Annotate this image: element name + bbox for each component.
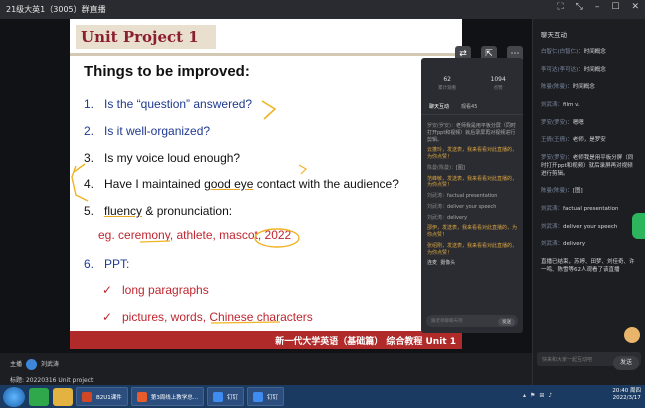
list-item: 罗安(罗安)：嗯嗯	[541, 119, 584, 126]
bullet-1: ✓ long paragraphs	[102, 283, 209, 297]
slide-footer: 新一代大学英语（基础篇） 综合教程 Unit 1	[70, 331, 462, 349]
chat-header: 聊天互动	[541, 31, 567, 39]
stat-likes: 1094 点赞	[490, 76, 506, 91]
avatar	[26, 359, 38, 370]
list-item: 罗安(罗安)：老师我是用平板分屏（同时打开ppt和视频）就后录屏再对视频进行剪辑…	[427, 123, 516, 143]
list-item: 王倩(王倩)：老师，是罗安	[541, 137, 606, 144]
camera-toggle[interactable]: 摄像头	[440, 260, 455, 266]
list-item: 刘武涛：deliver your speech	[541, 223, 618, 230]
list-item: 范峰敏，发送表，我来看看对此直播的，为你点赞！	[427, 175, 518, 189]
avatar[interactable]	[624, 327, 640, 343]
list-item: 刘武涛：factual presentation	[541, 205, 619, 212]
list-item: 陈曼(陈曼)：[图]	[427, 164, 465, 171]
tab-chat[interactable]: 聊天互动	[429, 103, 449, 110]
list-item: 云蓬玲，发送表，我来看看对此直播的，为你点赞！	[427, 147, 518, 160]
item-5: 5. fluency & pronunciation:	[84, 204, 233, 218]
window-titlebar: 21级大英1（3005）群直播 ⛶ ⤡ – ☐ ✕	[0, 0, 645, 19]
send-button[interactable]: 发送	[613, 356, 639, 370]
list-item: 刘武涛：deliver your speech	[427, 203, 497, 210]
live-ended-notice: 直播已结束，苏婷、田梦、刘佳奇、许一鸣、陈雪等62人观看了该直播	[541, 258, 635, 273]
overlay-messages: 罗安(罗安)：老师我是用平板分屏（同时打开ppt和视频）就后录屏再对视频进行剪辑…	[421, 115, 523, 275]
list-item: 白智仁(白智仁)：时间概念	[541, 49, 606, 55]
item-1: 1. Is the “question” answered?	[84, 97, 253, 111]
host-name: 刘武涛	[41, 361, 60, 368]
window-title: 21级大英1（3005）群直播	[6, 5, 106, 14]
maximize-icon[interactable]: ☐	[611, 2, 619, 12]
list-item: 刘武涛：delivery	[427, 214, 468, 221]
taskbar-item-dingtalk-1[interactable]: 钉钉	[207, 387, 245, 406]
media-controls: 连麦 摄像头	[427, 260, 517, 267]
side-tab-button[interactable]	[632, 213, 645, 239]
list-item: 刘武涛：film v.	[541, 102, 580, 109]
list-item: 刘武涛：delivery	[541, 241, 586, 248]
subject-label: 标题:	[10, 377, 25, 384]
overlay-send-button[interactable]: 发送	[498, 318, 515, 326]
viewer-stats: 62 累计观看 1094 点赞	[421, 58, 523, 91]
list-item: 陈曼(陈曼)：时间概念	[541, 84, 595, 91]
close-icon[interactable]: ✕	[631, 2, 639, 12]
host-info: 主播 刘武涛 标题: 20220316 Unit project	[0, 353, 532, 385]
overlay-tabs: 聊天互动 观看45	[421, 91, 523, 115]
fullscreen-icon[interactable]: ⛶	[557, 2, 563, 12]
wechat-icon[interactable]	[29, 387, 49, 406]
clock[interactable]: 20:40 周四 2022/3/17	[612, 388, 641, 402]
start-button[interactable]	[3, 386, 25, 407]
mic-toggle[interactable]: 连麦	[427, 260, 437, 266]
subject: 20220316 Unit project	[25, 377, 94, 384]
list-item: 刘武涛：factual presentation	[427, 193, 498, 199]
list-item: 陈曼(陈曼)：[图]	[541, 188, 583, 195]
taskbar-item-powerpoint[interactable]: B2U1课件	[76, 387, 128, 406]
divider	[70, 53, 462, 56]
item-6: 6. PPT:	[84, 257, 130, 271]
item-4: 4. Have I maintained good eye contact wit…	[84, 177, 399, 191]
system-tray-icons[interactable]: ▴⚑⊞♪	[523, 392, 556, 399]
item-2: 2. Is it well-organized?	[84, 124, 211, 138]
list-item: 张绍刚，发送表，我来看看对此直播的，为你点赞！	[427, 242, 518, 256]
list-item: 李可达(李可达)：时间概念	[541, 66, 606, 73]
taskbar-item-browser[interactable]: 第3周线上教学总...	[130, 387, 205, 406]
restore-icon[interactable]: ⤡	[576, 2, 583, 12]
host-label: 主播	[10, 361, 23, 368]
presentation-slide: Unit Project 1 Things to be improved: 1.…	[70, 19, 462, 349]
taskbar-item-dingtalk-2[interactable]: 钉钉	[247, 387, 285, 406]
tab-viewers[interactable]: 观看45	[461, 103, 477, 110]
pronunciation-examples: eg. ceremony, athlete, mascot, 2022	[98, 228, 292, 242]
list-item: 邵伊，发送表，我来看看对此直播的，为你点赞！	[427, 225, 518, 238]
bullet-2: ✓ pictures, words, Chinese characters	[102, 310, 313, 324]
item-3: 3. Is my voice loud enough?	[84, 151, 241, 165]
folder-icon[interactable]	[53, 387, 73, 406]
floating-chat-panel: 62 累计观看 1094 点赞 聊天互动 观看45 罗安(罗安)：老师我是用平板分屏…	[421, 58, 523, 333]
live-stage: Unit Project 1 Things to be improved: 1.…	[0, 19, 532, 353]
list-item: 罗安(罗安)：老师我是用平板分屏（同时打开ppt和视频）就后录屏再对视频进行剪辑…	[541, 155, 634, 177]
window-controls: ⛶ ⤡ – ☐ ✕	[557, 2, 639, 12]
stat-views: 62 累计观看	[438, 76, 457, 91]
minimize-icon[interactable]: –	[595, 2, 600, 12]
unit-title: Unit Project 1	[76, 25, 216, 49]
slide-heading: Things to be improved:	[84, 63, 250, 80]
